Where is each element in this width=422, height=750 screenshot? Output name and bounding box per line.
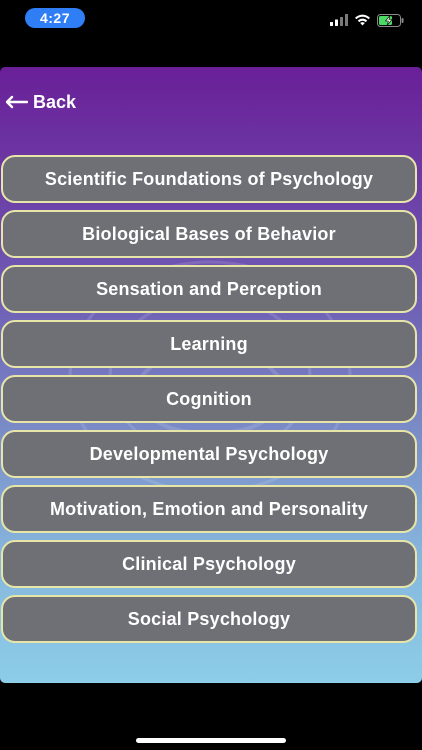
- topic-button-cognition[interactable]: Cognition: [1, 375, 417, 423]
- battery-charging-icon: [377, 13, 404, 27]
- status-icons: [330, 12, 404, 28]
- topic-button-learning[interactable]: Learning: [1, 320, 417, 368]
- topic-button-sensation-perception[interactable]: Sensation and Perception: [1, 265, 417, 313]
- topic-button-clinical[interactable]: Clinical Psychology: [1, 540, 417, 588]
- topics-screen: Back Scientific Foundations of Psycholog…: [0, 67, 422, 683]
- topic-button-scientific-foundations[interactable]: Scientific Foundations of Psychology: [1, 155, 417, 203]
- back-button[interactable]: Back: [6, 89, 76, 115]
- topic-button-biological-bases[interactable]: Biological Bases of Behavior: [1, 210, 417, 258]
- topic-button-developmental[interactable]: Developmental Psychology: [1, 430, 417, 478]
- status-time: 4:27: [25, 8, 85, 28]
- back-label: Back: [33, 91, 77, 112]
- status-bar: 4:27: [0, 0, 422, 40]
- home-indicator[interactable]: [136, 738, 286, 743]
- app-screen: 4:27 Back Scientific Foundations of Psyc…: [0, 0, 422, 750]
- topic-button-motivation-emotion-personality[interactable]: Motivation, Emotion and Personality: [1, 485, 417, 533]
- arrow-left-icon: [6, 95, 28, 109]
- topic-button-social[interactable]: Social Psychology: [1, 595, 417, 643]
- signal-icon: [330, 14, 348, 26]
- wifi-icon: [355, 14, 370, 26]
